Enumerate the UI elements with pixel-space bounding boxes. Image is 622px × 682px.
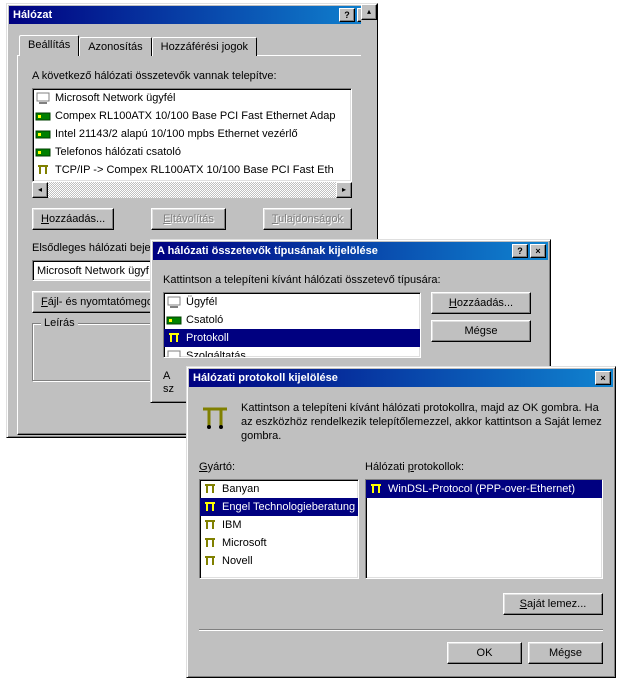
- network-components-list[interactable]: Microsoft Network ügyfél Compex RL100ATX…: [32, 88, 352, 182]
- scroll-left-icon[interactable]: ◂: [32, 182, 48, 198]
- protocols-label: Hálózati protokollok:: [365, 461, 603, 473]
- service-icon: [166, 348, 182, 358]
- list-item[interactable]: Microsoft Network ügyfél: [33, 89, 335, 107]
- remove-button[interactable]: Eltávolítás: [151, 208, 226, 230]
- close-button[interactable]: ×: [595, 371, 611, 385]
- tab-settings[interactable]: Beállítás: [19, 35, 79, 56]
- window-title: A hálózati összetevők típusának kijelölé…: [155, 245, 510, 257]
- partial-text: Asz: [163, 370, 174, 396]
- list-item[interactable]: Novell: [200, 552, 358, 570]
- close-button[interactable]: ×: [530, 244, 546, 258]
- components-label: A következő hálózati összetevők vannak t…: [32, 70, 352, 82]
- list-item-label: Engel Technologieberatung: [222, 501, 355, 513]
- protocol-icon: [202, 499, 218, 515]
- list-item-label: Banyan: [222, 483, 259, 495]
- cancel-button[interactable]: Mégse: [431, 320, 531, 342]
- titlebar: Hálózati protokoll kijelölése ×: [189, 369, 613, 387]
- protocol-icon: [166, 330, 182, 346]
- list-item[interactable]: Szolgáltatás: [164, 347, 420, 358]
- list-item-label: Ügyfél: [186, 296, 217, 308]
- list-item-label: IBM: [222, 519, 242, 531]
- protocols-list[interactable]: WinDSL-Protocol (PPP-over-Ethernet): [365, 479, 603, 579]
- list-item[interactable]: WinDSL-Protocol (PPP-over-Ethernet): [366, 480, 602, 498]
- protocol-icon: [202, 517, 218, 533]
- list-item-label: Protokoll: [186, 332, 229, 344]
- ok-button[interactable]: OK: [447, 642, 522, 664]
- list-item-label: Compex RL100ATX 10/100 Base PCI Fast Eth…: [55, 110, 335, 122]
- list-item-label: Szolgáltatás: [186, 350, 246, 358]
- adapter-icon: [35, 144, 51, 160]
- tab-strip: Beállítás Azonosítás Hozzáférési jogok: [19, 37, 367, 56]
- have-disk-button[interactable]: Saját lemez...: [503, 593, 603, 615]
- list-item-label: WinDSL-Protocol (PPP-over-Ethernet): [388, 483, 575, 495]
- list-item[interactable]: Compex RL100ATX 10/100 Base PCI Fast Eth…: [33, 107, 335, 125]
- protocol-icon: [199, 401, 231, 433]
- list-item[interactable]: Ügyfél: [164, 293, 420, 311]
- list-item-label: Csatoló: [186, 314, 223, 326]
- list-item[interactable]: Csatoló: [164, 311, 420, 329]
- list-item-label: Microsoft Network ügyfél: [55, 92, 175, 104]
- list-item-label: Intel 21143/2 alapú 10/100 mpbs Ethernet…: [55, 128, 298, 140]
- tab-access[interactable]: Hozzáférési jogok: [152, 37, 257, 56]
- scrollbar-horizontal[interactable]: ◂ ▸: [32, 182, 352, 198]
- list-item[interactable]: Telefonos hálózati csatoló: [33, 143, 335, 161]
- adapter-icon: [35, 126, 51, 142]
- list-item[interactable]: TCP/IP -> Compex RL100ATX 10/100 Base PC…: [33, 161, 335, 179]
- protocol-select-dialog: Hálózati protokoll kijelölése × Kattints…: [186, 366, 616, 678]
- manufacturer-label: Gyártó:: [199, 461, 359, 473]
- protocol-icon: [202, 553, 218, 569]
- file-print-button[interactable]: Fájl- és nyomtatómego: [32, 291, 162, 313]
- client-icon: [35, 90, 51, 106]
- tab-identification[interactable]: Azonosítás: [79, 37, 151, 56]
- add-button[interactable]: Hozzáadás...: [32, 208, 114, 230]
- window-title: Hálózati protokoll kijelölése: [191, 372, 593, 384]
- component-type-list[interactable]: Ügyfél Csatoló Protokoll Szolgáltatás: [163, 292, 421, 358]
- protocol-icon: [202, 481, 218, 497]
- list-item-label: Novell: [222, 555, 253, 567]
- scroll-right-icon[interactable]: ▸: [336, 182, 352, 198]
- list-item[interactable]: Microsoft: [200, 534, 358, 552]
- instruction-label: Kattintson a telepíteni kívánt hálózati …: [163, 274, 538, 286]
- list-item-label: TCP/IP -> Compex RL100ATX 10/100 Base PC…: [55, 164, 334, 176]
- description-label: Leírás: [41, 317, 78, 329]
- list-item[interactable]: IBM: [200, 516, 358, 534]
- protocol-icon: [368, 481, 384, 497]
- manufacturer-list[interactable]: Banyan Engel Technologieberatung IBM Mic…: [199, 479, 359, 579]
- list-item[interactable]: Protokoll: [164, 329, 420, 347]
- protocol-icon: [35, 162, 51, 178]
- help-button[interactable]: ?: [339, 8, 355, 22]
- titlebar: Hálózat ? ×: [9, 6, 375, 24]
- properties-button[interactable]: Tulajdonságok: [263, 208, 352, 230]
- titlebar: A hálózati összetevők típusának kijelölé…: [153, 242, 548, 260]
- list-item[interactable]: Banyan: [200, 480, 358, 498]
- add-button[interactable]: Hozzáadás...: [431, 292, 531, 314]
- adapter-icon: [166, 312, 182, 328]
- list-item[interactable]: Engel Technologieberatung: [200, 498, 358, 516]
- protocol-icon: [202, 535, 218, 551]
- instruction-label: Kattintson a telepíteni kívánt hálózati …: [241, 401, 603, 443]
- list-item-label: Microsoft: [222, 537, 267, 549]
- list-item[interactable]: Intel 21143/2 alapú 10/100 mpbs Ethernet…: [33, 125, 335, 143]
- cancel-button[interactable]: Mégse: [528, 642, 603, 664]
- client-icon: [166, 294, 182, 310]
- adapter-icon: [35, 108, 51, 124]
- help-button[interactable]: ?: [512, 244, 528, 258]
- list-item-label: Telefonos hálózati csatoló: [55, 146, 181, 158]
- window-title: Hálózat: [11, 9, 337, 21]
